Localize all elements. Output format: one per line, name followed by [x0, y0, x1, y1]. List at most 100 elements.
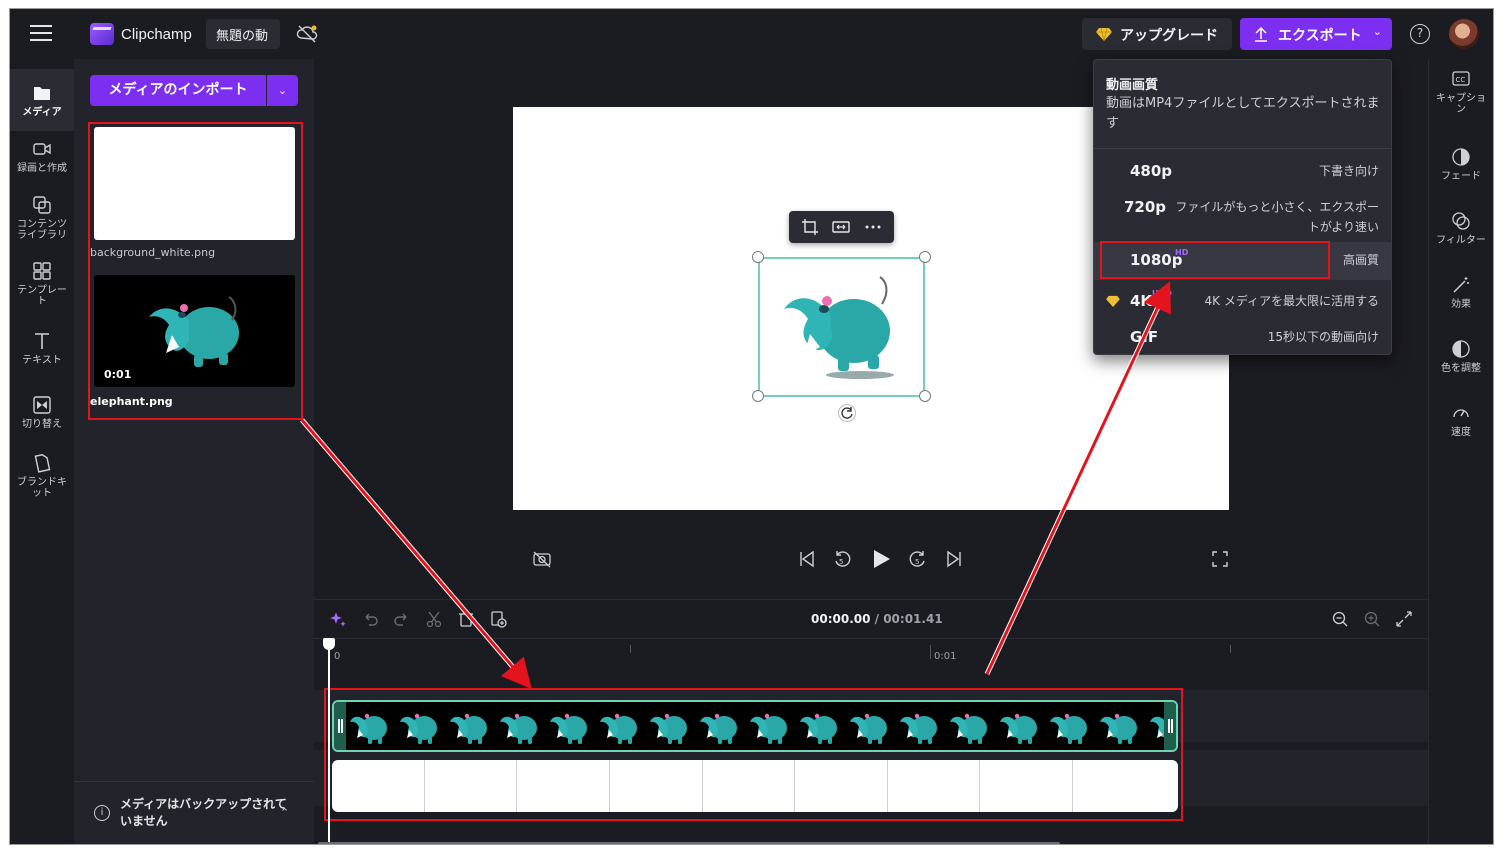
- cloud-sync-off-icon[interactable]: [296, 23, 318, 45]
- rail-item-color-adjust[interactable]: 色を調整: [1429, 339, 1493, 374]
- rewind-5-icon[interactable]: 5: [832, 549, 852, 569]
- fullscreen-icon[interactable]: [1210, 549, 1230, 569]
- backup-status-text: メディアはバックアップされて いません: [120, 797, 287, 828]
- import-media-button[interactable]: メディアのインポート: [90, 75, 266, 106]
- rail-label: キャプション: [1436, 93, 1486, 115]
- captions-icon: CC: [1452, 71, 1470, 86]
- menu-icon[interactable]: [30, 25, 52, 43]
- resize-handle[interactable]: [919, 251, 931, 263]
- export-quality-menu: 動画画質 動画はMP4ファイルとしてエクスポートされます 480p 下書き向け …: [1093, 59, 1392, 355]
- project-title-input[interactable]: 無題の動: [206, 19, 280, 49]
- resize-handle[interactable]: [752, 251, 764, 263]
- undo-icon[interactable]: [361, 610, 379, 628]
- export-menu-title: 動画画質: [1106, 78, 1159, 93]
- fit-icon[interactable]: [832, 218, 850, 236]
- filter-icon: [1452, 212, 1470, 230]
- skip-forward-icon[interactable]: [944, 549, 964, 569]
- rail-item-filters[interactable]: フィルター: [1429, 211, 1493, 246]
- camera-off-icon[interactable]: [532, 549, 552, 569]
- upgrade-button[interactable]: アップグレード: [1082, 18, 1232, 50]
- export-button[interactable]: エクスポート ⌄: [1240, 18, 1392, 50]
- resize-handle[interactable]: [919, 390, 931, 402]
- option-note: 15秒以下の動画向け: [1267, 330, 1379, 344]
- timeline-ruler[interactable]: 0 0:01: [314, 638, 1428, 662]
- rail-item-brand-kit[interactable]: ブランドキ ット: [10, 453, 74, 499]
- import-dropdown-button[interactable]: ⌄: [267, 75, 298, 106]
- export-option-480p[interactable]: 480p 下書き向け: [1094, 156, 1391, 186]
- rail-item-captions[interactable]: CC キャプション: [1429, 69, 1493, 115]
- magic-sparkle-icon[interactable]: [329, 610, 347, 628]
- camera-icon: [33, 143, 51, 155]
- ruler-tick: [1230, 645, 1231, 653]
- rail-label: テキスト: [22, 355, 62, 366]
- export-menu-description: 動画はMP4ファイルとしてエクスポートされます: [1106, 96, 1380, 131]
- help-icon[interactable]: ?: [1410, 24, 1430, 44]
- rail-item-fade[interactable]: フェード: [1429, 147, 1493, 182]
- fit-timeline-icon[interactable]: [1395, 610, 1413, 628]
- folder-icon: [34, 87, 50, 100]
- add-clip-icon[interactable]: [489, 610, 507, 628]
- option-note: ファイルがもっと小さく、エクスポートがより速い: [1175, 200, 1379, 234]
- right-rail: CC キャプション フェード フィルター 効果 色を調整 速度: [1428, 59, 1493, 844]
- export-option-4k[interactable]: 4K UHD 4K メディアを最大限に活用する: [1094, 286, 1391, 316]
- rail-label: 色を調整: [1441, 363, 1481, 374]
- divider: [1094, 148, 1391, 149]
- crop-icon[interactable]: [801, 218, 819, 236]
- zoom-out-icon[interactable]: [1331, 610, 1349, 628]
- current-time: 00:00.00: [811, 612, 871, 626]
- backup-status-bar: i メディアはバックアップされて いません ⌃: [74, 781, 314, 844]
- selected-element-frame[interactable]: [758, 257, 925, 397]
- split-icon[interactable]: [425, 610, 443, 628]
- upgrade-label: アップグレード: [1120, 28, 1218, 44]
- skip-back-icon[interactable]: [797, 549, 817, 569]
- clipchamp-logo-icon: [90, 23, 114, 45]
- rail-label: ブランドキ ット: [17, 477, 67, 499]
- forward-5-icon[interactable]: 5: [908, 549, 928, 569]
- chevron-down-icon: ⌄: [277, 84, 288, 97]
- annotation-box-1080p: [1100, 241, 1330, 279]
- playhead[interactable]: [323, 638, 335, 844]
- text-icon: [35, 333, 49, 349]
- resize-handle[interactable]: [752, 390, 764, 402]
- chevron-up-icon[interactable]: ⌃: [280, 806, 289, 819]
- rail-label: コンテンツ ライブラリ: [17, 219, 67, 241]
- option-resolution: GIF: [1130, 328, 1159, 346]
- rail-item-speed[interactable]: 速度: [1429, 403, 1493, 438]
- media-panel: メディアのインポート ⌄ background_white.png 0:01 e…: [74, 59, 314, 844]
- rail-item-record[interactable]: 録画と作成: [10, 139, 74, 174]
- rail-label: 速度: [1451, 427, 1471, 438]
- export-option-gif[interactable]: GIF 15秒以下の動画向け: [1094, 322, 1391, 352]
- delete-icon[interactable]: [457, 610, 475, 628]
- ruler-tick: [930, 645, 931, 659]
- rail-label: テンプレー ト: [17, 285, 67, 307]
- play-icon[interactable]: [870, 548, 892, 570]
- export-label: エクスポート: [1278, 28, 1362, 44]
- export-option-720p[interactable]: 720p ファイルがもっと小さく、エクスポートがより速い: [1094, 192, 1391, 242]
- timeline-scrollbar[interactable]: [318, 842, 1060, 844]
- annotation-box-media: [88, 122, 303, 420]
- svg-text:5: 5: [839, 558, 843, 566]
- info-icon: i: [94, 805, 110, 821]
- avatar[interactable]: [1449, 19, 1479, 49]
- zoom-in-icon[interactable]: [1363, 610, 1381, 628]
- rail-item-media[interactable]: メディア: [10, 69, 74, 131]
- chevron-down-icon: ⌄: [1372, 25, 1382, 38]
- rail-label: 録画と作成: [17, 163, 67, 174]
- rail-item-transitions[interactable]: 切り替え: [10, 395, 74, 430]
- library-icon: [33, 196, 51, 214]
- rail-item-templates[interactable]: テンプレー ト: [10, 261, 74, 307]
- rail-label: 効果: [1451, 299, 1471, 310]
- total-time: / 00:01.41: [870, 612, 943, 626]
- app-name: Clipchamp: [121, 26, 192, 43]
- rail-item-content-library[interactable]: コンテンツ ライブラリ: [10, 195, 74, 241]
- rail-item-effects[interactable]: 効果: [1429, 275, 1493, 310]
- option-note: 下書き向け: [1318, 164, 1379, 178]
- uhd-badge: UHD: [1152, 289, 1172, 298]
- speed-icon: [1453, 409, 1469, 418]
- redo-icon[interactable]: [393, 610, 411, 628]
- rail-label: 切り替え: [22, 419, 62, 430]
- rotate-icon[interactable]: [838, 404, 856, 422]
- more-options-icon[interactable]: [864, 218, 882, 236]
- option-resolution: 4K: [1130, 292, 1153, 310]
- rail-item-text[interactable]: テキスト: [10, 331, 74, 366]
